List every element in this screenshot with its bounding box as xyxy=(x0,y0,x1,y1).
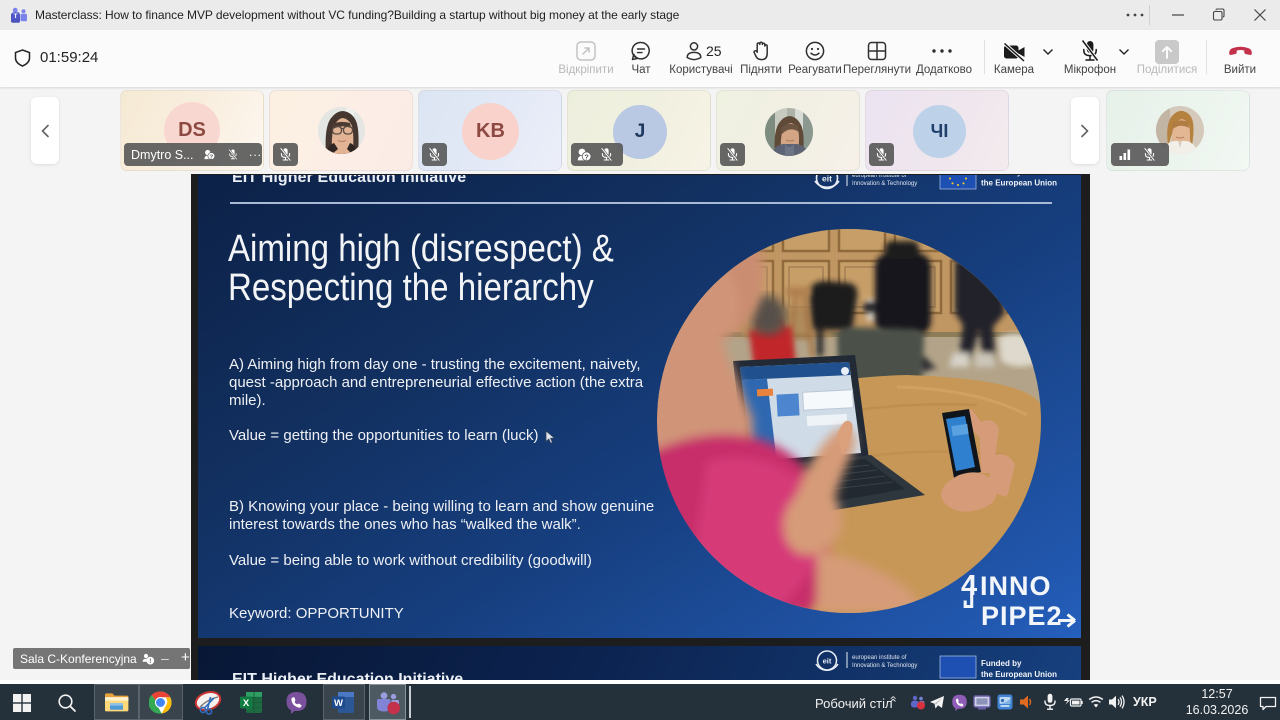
svg-text:european institute of: european institute of xyxy=(852,655,907,661)
svg-text:Funded by: Funded by xyxy=(981,175,1022,177)
svg-text:PIPE2: PIPE2 xyxy=(981,601,1063,631)
svg-text:Innovation & Technology: Innovation & Technology xyxy=(852,181,917,187)
svg-text:4: 4 xyxy=(961,570,977,602)
svg-text:INNO: INNO xyxy=(980,571,1052,601)
svg-text:W: W xyxy=(334,698,343,709)
svg-text:Funded by: Funded by xyxy=(981,659,1022,668)
svg-text:european institute of: european institute of xyxy=(852,175,907,179)
svg-text:Innovation & Technology: Innovation & Technology xyxy=(852,663,917,669)
svg-text:X: X xyxy=(243,698,250,709)
svg-text:?: ? xyxy=(584,152,589,161)
svg-text:the European Union: the European Union xyxy=(981,179,1057,188)
svg-text:eit: eit xyxy=(822,175,832,184)
svg-text:?: ? xyxy=(209,154,213,160)
svg-text:the European Union: the European Union xyxy=(981,670,1057,679)
svg-text:T: T xyxy=(14,13,18,20)
svg-text:eit: eit xyxy=(823,657,832,666)
svg-text:!: ! xyxy=(149,658,151,665)
